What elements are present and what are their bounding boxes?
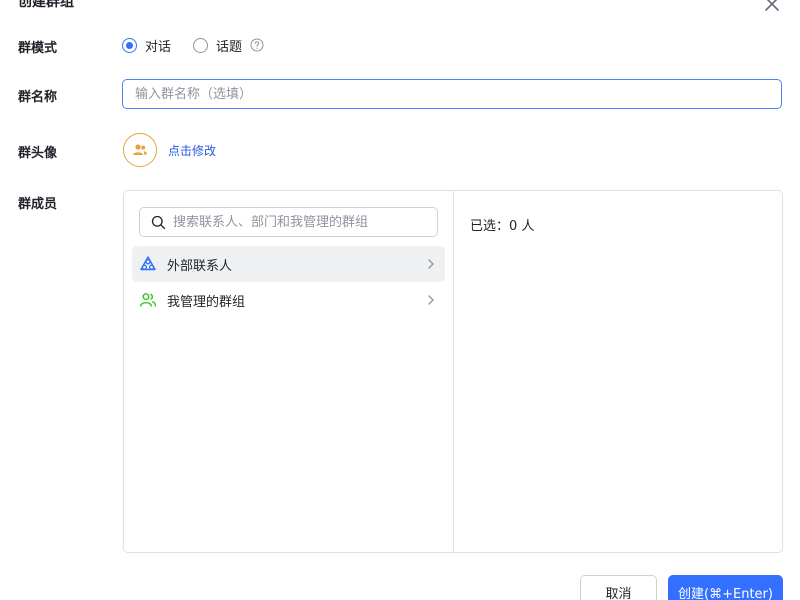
- group-mode-radio-group: 对话 话题: [122, 35, 264, 55]
- members-source-panel: 外部联系人 我管理的群组: [124, 191, 454, 552]
- mode-radio-dialog[interactable]: 对话: [122, 36, 171, 55]
- chevron-right-icon: [428, 295, 434, 305]
- group-avatar-label: 群头像: [18, 146, 58, 161]
- cancel-button[interactable]: 取消: [580, 575, 657, 600]
- edit-avatar-link[interactable]: 点击修改: [168, 142, 216, 159]
- group-name-input[interactable]: [122, 79, 782, 109]
- members-picker: 外部联系人 我管理的群组 已选：0 人: [123, 190, 783, 553]
- group-name-label: 群名称: [18, 90, 58, 105]
- list-item-external-contacts[interactable]: 外部联系人: [132, 246, 445, 282]
- chevron-right-icon: [428, 259, 434, 269]
- avatar[interactable]: [123, 133, 157, 167]
- list-item-label: 我管理的群组: [167, 294, 246, 310]
- group-avatar-icon: [133, 144, 147, 155]
- mode-radio-topic-label: 话题: [216, 39, 243, 55]
- external-contacts-icon: [140, 256, 156, 271]
- group-mode-label: 群模式: [18, 41, 58, 56]
- list-item-label: 外部联系人: [167, 258, 233, 274]
- managed-groups-icon: [140, 293, 157, 307]
- search-icon: [151, 215, 166, 229]
- mode-radio-dialog-label: 对话: [145, 39, 172, 55]
- mode-radio-topic[interactable]: 话题: [193, 36, 242, 55]
- dialog-title: 创建群组: [18, 0, 74, 10]
- member-search-box[interactable]: [139, 207, 438, 237]
- selected-count: 已选：0 人: [470, 219, 535, 234]
- radio-checked-icon: [122, 37, 137, 53]
- list-item-managed-groups[interactable]: 我管理的群组: [132, 282, 445, 318]
- group-members-label: 群成员: [18, 197, 58, 212]
- help-icon[interactable]: [250, 38, 264, 52]
- radio-unchecked-icon: [193, 37, 209, 53]
- member-search-input[interactable]: [173, 214, 433, 230]
- members-selected-panel: 已选：0 人: [454, 191, 782, 552]
- close-icon[interactable]: [762, 0, 782, 14]
- create-button[interactable]: 创建(⌘+Enter): [668, 575, 783, 600]
